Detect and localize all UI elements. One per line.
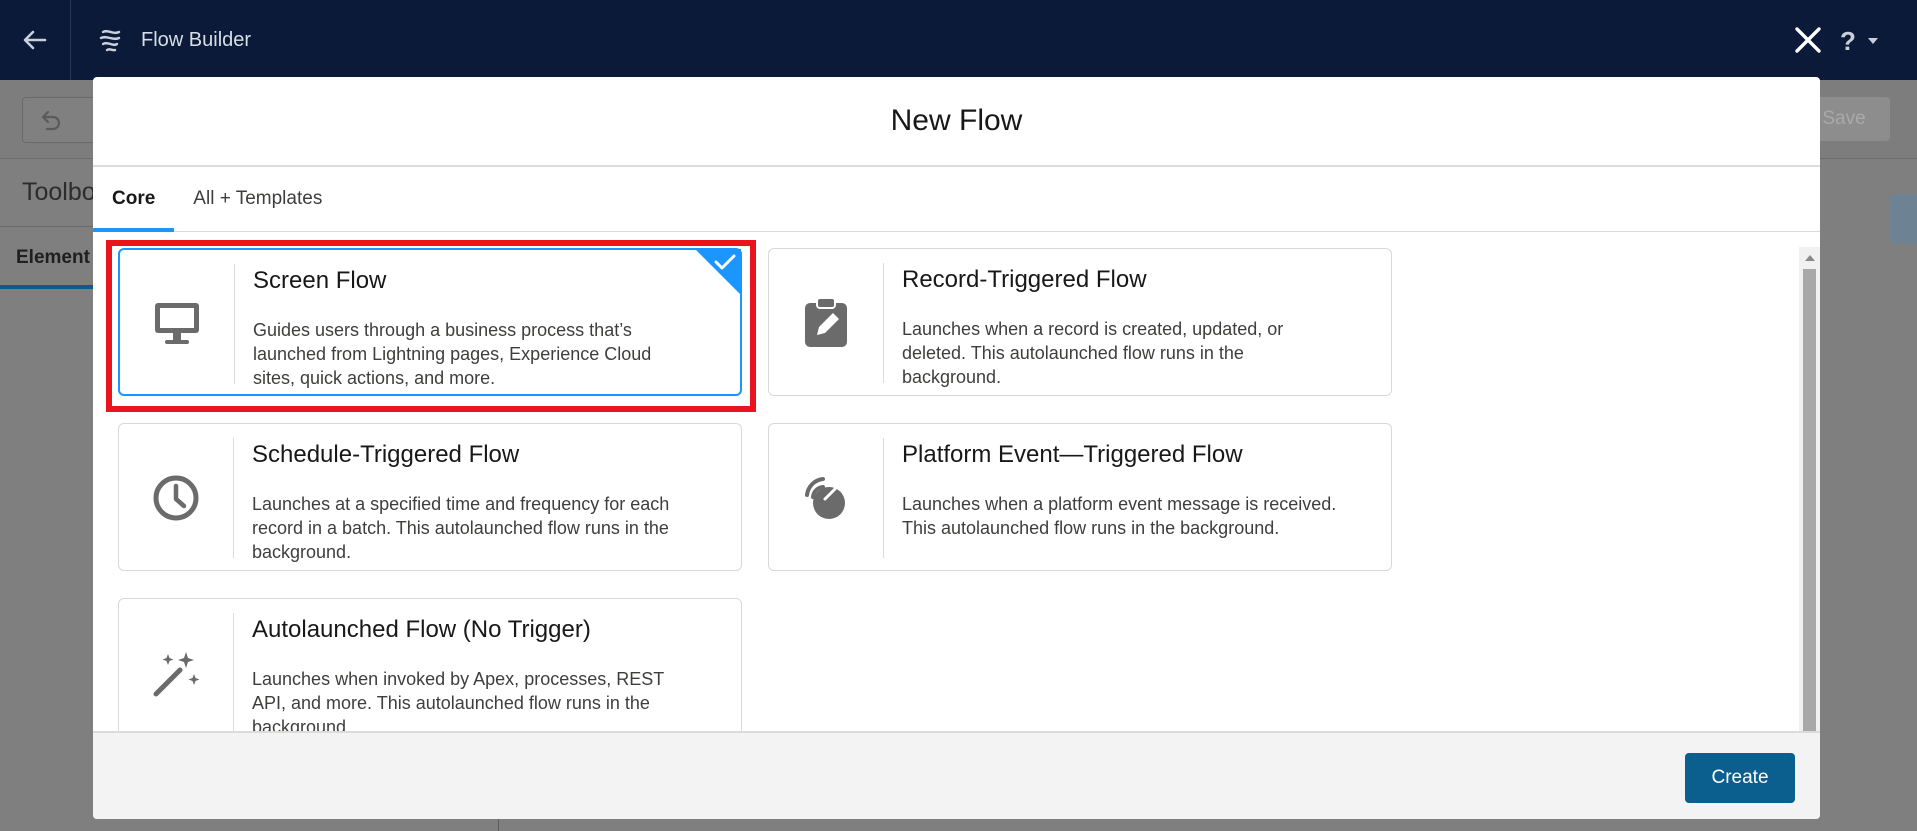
tab-all-templates-label: All + Templates	[193, 188, 323, 209]
app-title: Flow Builder	[141, 28, 252, 51]
scrollbar-thumb[interactable]	[1803, 269, 1816, 734]
card-schedule-triggered-flow[interactable]: Schedule-Triggered Flow Launches at a sp…	[118, 423, 742, 571]
help-icon[interactable]: ?	[1840, 26, 1856, 57]
header-divider	[70, 0, 71, 80]
clock-icon	[153, 475, 199, 521]
close-builder-button[interactable]	[1790, 22, 1826, 58]
close-icon	[1795, 27, 1821, 53]
new-flow-modal: New Flow Core All + Templates Screen Flo…	[93, 77, 1820, 819]
tab-core-label: Core	[112, 188, 156, 209]
chevron-down-icon[interactable]	[1868, 38, 1878, 44]
modal-header: New Flow	[93, 77, 1820, 167]
magic-wand-icon	[153, 652, 200, 697]
card-description: Launches when a platform event message i…	[902, 494, 1337, 538]
tab-elements[interactable]: Element	[16, 247, 90, 269]
card-title: Autolaunched Flow (No Trigger)	[252, 616, 591, 643]
app-header: Flow Builder ?	[0, 0, 1917, 80]
create-button[interactable]: Create	[1685, 753, 1795, 803]
toolbox-title: Toolbo	[22, 178, 96, 206]
undo-button[interactable]	[22, 97, 98, 143]
card-record-triggered-flow[interactable]: Record-Triggered Flow Launches when a re…	[768, 248, 1392, 396]
panel-divider	[498, 819, 499, 831]
checkmark-icon	[695, 249, 741, 295]
card-description: Launches when a record is created, updat…	[902, 319, 1284, 387]
flow-type-list: Screen Flow Guides users through a busin…	[93, 232, 1799, 805]
clipboard-edit-icon	[805, 297, 847, 347]
right-panel-toggle[interactable]	[1890, 194, 1917, 244]
flow-builder-logo-icon	[97, 25, 127, 55]
flow-type-tabs: Core All + Templates	[93, 167, 1820, 232]
sidebar-divider	[0, 226, 94, 227]
card-title: Record-Triggered Flow	[902, 266, 1147, 293]
modal-title: New Flow	[890, 104, 1023, 137]
card-platform-event-triggered-flow[interactable]: Platform Event—Triggered Flow Launches w…	[768, 423, 1392, 571]
scroll-up-arrow-icon[interactable]	[1805, 255, 1815, 261]
back-button[interactable]	[0, 0, 70, 80]
satellite-dish-icon	[805, 477, 845, 519]
tab-core[interactable]: Core	[93, 167, 175, 232]
card-description: Launches when invoked by Apex, processes…	[252, 669, 664, 737]
card-description: Launches at a specified time and frequen…	[252, 494, 670, 562]
undo-icon	[41, 110, 61, 131]
monitor-icon	[155, 303, 199, 344]
card-title: Platform Event—Triggered Flow	[902, 441, 1243, 468]
card-title: Schedule-Triggered Flow	[252, 441, 520, 468]
tab-elements-underline	[0, 285, 94, 289]
card-screen-flow[interactable]: Screen Flow Guides users through a busin…	[118, 248, 742, 396]
arrow-left-icon	[23, 30, 47, 50]
card-description: Guides users through a business process …	[253, 320, 652, 388]
modal-scrollbar[interactable]	[1799, 247, 1820, 805]
card-autolaunched-flow[interactable]: Autolaunched Flow (No Trigger) Launches …	[118, 598, 742, 746]
card-title: Screen Flow	[253, 267, 387, 294]
tab-all-templates[interactable]: All + Templates	[174, 167, 341, 231]
modal-footer: Create	[93, 731, 1820, 819]
